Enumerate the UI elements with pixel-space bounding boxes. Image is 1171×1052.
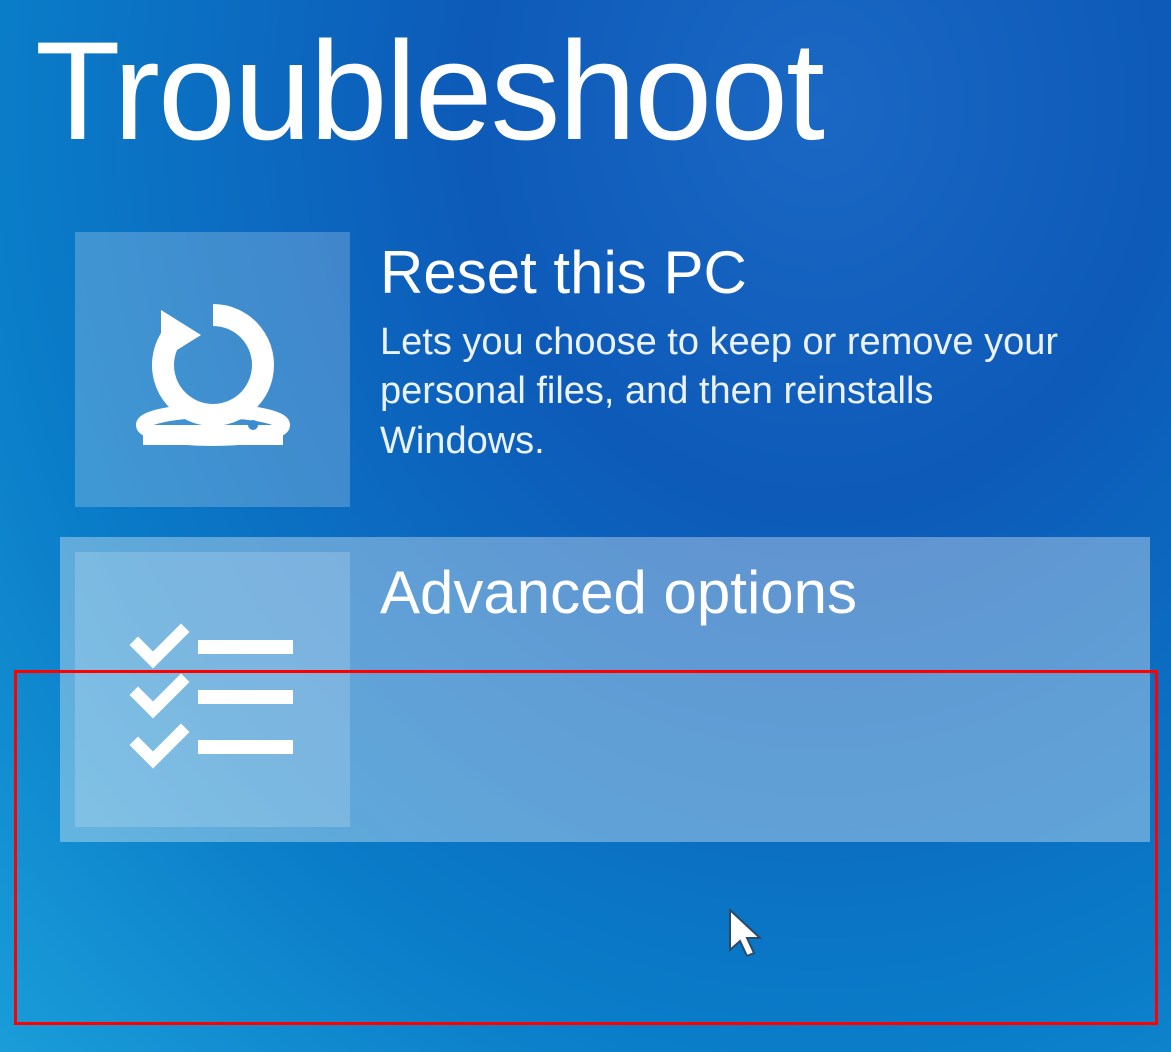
checklist-icon	[123, 610, 303, 770]
checklist-icon-box	[75, 552, 350, 827]
cursor-icon	[728, 908, 766, 960]
option-reset-title: Reset this PC	[380, 240, 1095, 306]
option-reset-description: Lets you choose to keep or remove your p…	[380, 318, 1060, 466]
option-advanced-title: Advanced options	[380, 560, 1135, 626]
option-advanced-options[interactable]: Advanced options	[60, 537, 1150, 842]
option-reset-text: Reset this PC Lets you choose to keep or…	[350, 232, 1095, 466]
page-title: Troubleshoot	[0, 0, 1171, 172]
reset-icon	[123, 280, 303, 460]
options-list: Reset this PC Lets you choose to keep or…	[0, 232, 1171, 842]
option-reset-this-pc[interactable]: Reset this PC Lets you choose to keep or…	[75, 232, 1095, 507]
option-advanced-text: Advanced options	[350, 552, 1135, 638]
reset-icon-box	[75, 232, 350, 507]
